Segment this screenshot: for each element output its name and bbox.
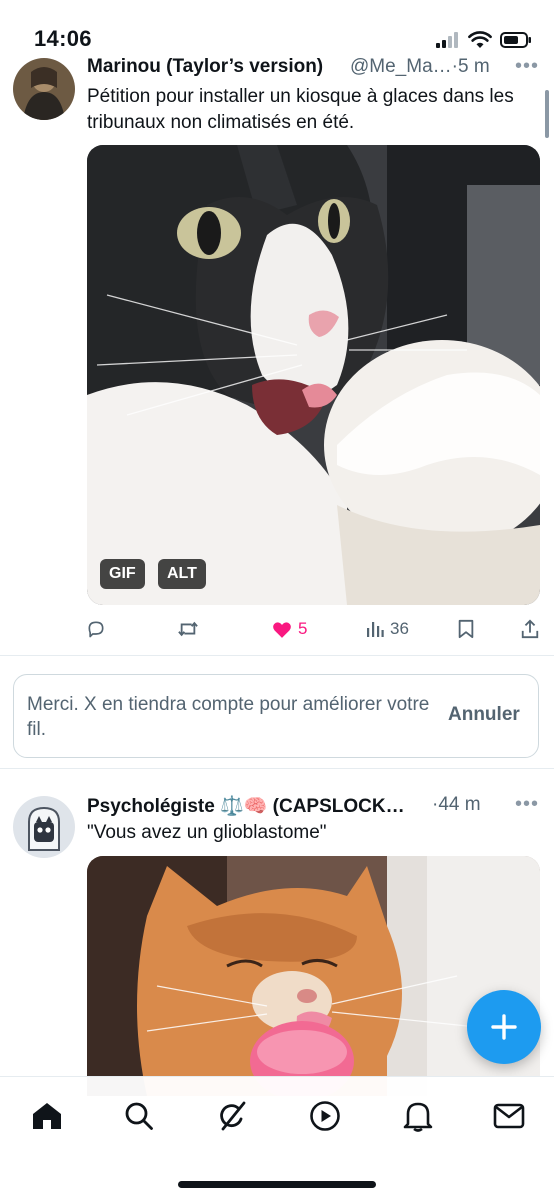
- views-button[interactable]: 36: [366, 619, 409, 639]
- status-time: 14:06: [34, 26, 92, 51]
- reply-button[interactable]: [86, 619, 112, 639]
- tab-video[interactable]: [303, 1094, 347, 1138]
- like-count: 5: [298, 619, 308, 638]
- like-button[interactable]: 5: [272, 619, 307, 639]
- battery-icon: [500, 32, 531, 48]
- notifications-icon: [403, 1102, 433, 1132]
- tweet-media-image[interactable]: [87, 856, 540, 1096]
- messages-icon: [493, 1103, 525, 1129]
- bookmark-icon: [458, 619, 474, 639]
- tab-grok[interactable]: [210, 1094, 254, 1138]
- feedback-message: Merci. X en tiendra compte pour améliore…: [27, 694, 430, 740]
- share-icon: [521, 619, 539, 639]
- grok-icon: [220, 1101, 246, 1131]
- wifi-icon: [468, 31, 492, 48]
- compose-button[interactable]: [467, 990, 541, 1064]
- tab-search[interactable]: [117, 1094, 161, 1138]
- views-count: 36: [390, 619, 409, 638]
- heart-icon: [273, 621, 291, 638]
- cellular-signal-icon: [436, 32, 458, 48]
- author-name[interactable]: Psycholégiste ⚖️🧠 (CAPSLOCK…: [87, 794, 405, 818]
- scrollbar[interactable]: [545, 90, 549, 138]
- bookmark-button[interactable]: [457, 619, 475, 639]
- more-options-icon[interactable]: •••: [515, 793, 539, 816]
- video-icon: [310, 1101, 340, 1131]
- tab-home[interactable]: [25, 1094, 69, 1138]
- author-name[interactable]: Marinou (Taylor’s version): [87, 56, 323, 78]
- tweet-media-gif[interactable]: GIF ALT: [87, 145, 540, 605]
- views-chart-icon: [367, 622, 384, 637]
- undo-button[interactable]: Annuler: [448, 704, 520, 726]
- share-button[interactable]: [520, 619, 540, 639]
- search-icon: [125, 1102, 153, 1130]
- author-handle-time[interactable]: @Me_Ma…·5 m: [350, 56, 490, 78]
- alt-badge[interactable]: ALT: [158, 559, 206, 589]
- tweet-text: Pétition pour installer un kiosque à gla…: [87, 86, 514, 133]
- reply-icon: [88, 621, 104, 638]
- author-avatar[interactable]: [13, 796, 75, 858]
- tweet-text: "Vous avez un glioblastome": [87, 822, 327, 843]
- more-options-icon[interactable]: •••: [515, 55, 539, 78]
- gif-badge: GIF: [100, 559, 145, 589]
- tab-messages[interactable]: [487, 1094, 531, 1138]
- author-avatar[interactable]: [13, 58, 75, 120]
- divider: [0, 768, 554, 769]
- home-icon: [33, 1103, 61, 1129]
- home-indicator[interactable]: [178, 1181, 376, 1188]
- retweet-icon: [178, 621, 198, 637]
- status-icons: [436, 30, 532, 50]
- tab-notifications[interactable]: [396, 1094, 440, 1138]
- divider: [0, 655, 554, 656]
- retweet-button[interactable]: [177, 619, 205, 639]
- author-handle-time[interactable]: ·44 m: [432, 794, 481, 816]
- plus-icon: [491, 1014, 517, 1040]
